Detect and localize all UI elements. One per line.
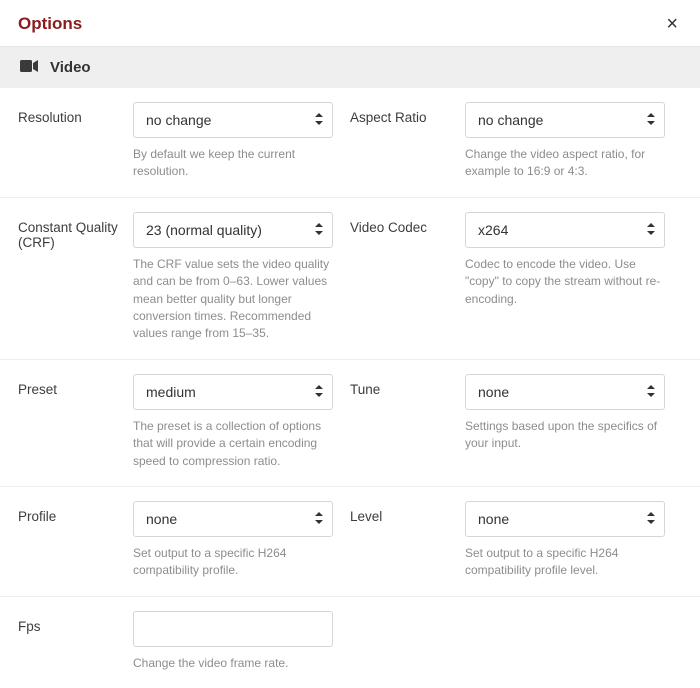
preset-help: The preset is a collection of options th… [133,418,333,470]
row-preset-tune: Preset medium The preset is a collection… [0,360,700,487]
profile-select[interactable]: none [133,501,333,537]
video-codec-help: Codec to encode the video. Use "copy" to… [465,256,665,308]
crf-select[interactable]: 23 (normal quality) [133,212,333,248]
aspect-ratio-label: Aspect Ratio [350,102,465,181]
options-dialog: Options × Video Resolution no change By … [0,0,700,688]
section-title: Video [50,59,91,76]
dialog-header: Options × [0,0,700,47]
level-select[interactable]: none [465,501,665,537]
resolution-select[interactable]: no change [133,102,333,138]
crf-label: Constant Quality (CRF) [18,212,133,343]
profile-help: Set output to a specific H264 compatibil… [133,545,333,580]
aspect-ratio-select[interactable]: no change [465,102,665,138]
aspect-ratio-help: Change the video aspect ratio, for examp… [465,146,665,181]
dialog-title: Options [18,14,82,34]
close-icon: × [666,13,678,35]
resolution-label: Resolution [18,102,133,181]
close-button[interactable]: × [662,12,682,36]
fps-input[interactable] [133,611,333,647]
crf-help: The CRF value sets the video quality and… [133,256,333,343]
fps-label: Fps [18,611,133,672]
tune-select[interactable]: none [465,374,665,410]
preset-label: Preset [18,374,133,470]
tune-label: Tune [350,374,465,470]
row-resolution-aspect: Resolution no change By default we keep … [0,88,700,198]
level-help: Set output to a specific H264 compatibil… [465,545,665,580]
profile-label: Profile [18,501,133,580]
section-header-video: Video [0,47,700,88]
fps-help: Change the video frame rate. [133,655,333,672]
preset-select[interactable]: medium [133,374,333,410]
resolution-help: By default we keep the current resolutio… [133,146,333,181]
tune-help: Settings based upon the specifics of you… [465,418,665,453]
video-codec-label: Video Codec [350,212,465,343]
row-profile-level: Profile none Set output to a specific H2… [0,487,700,597]
row-fps: Fps Change the video frame rate. [0,597,700,688]
video-icon [20,59,38,76]
level-label: Level [350,501,465,580]
row-crf-codec: Constant Quality (CRF) 23 (normal qualit… [0,198,700,360]
video-codec-select[interactable]: x264 [465,212,665,248]
